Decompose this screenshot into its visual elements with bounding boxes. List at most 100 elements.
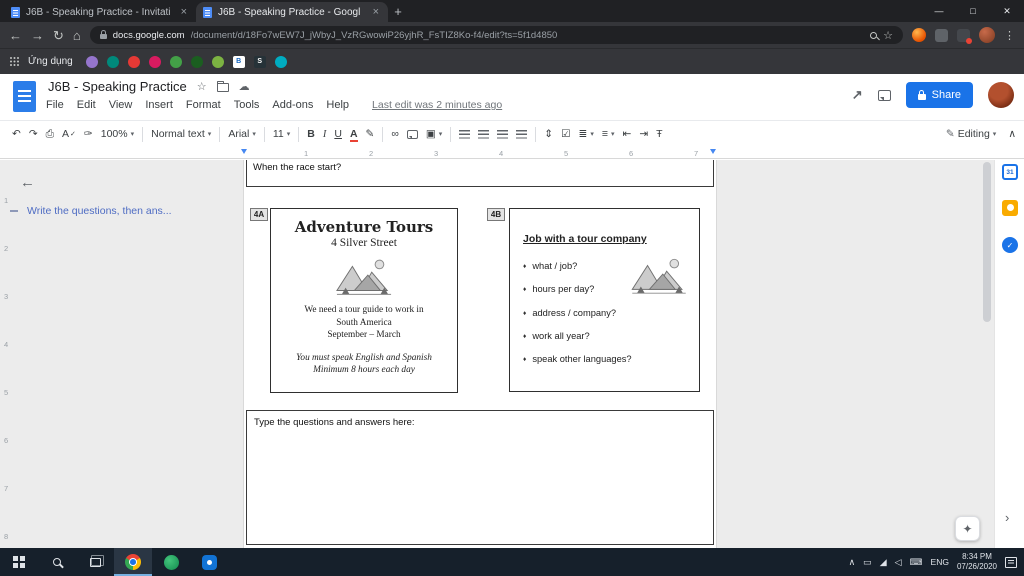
address-bar[interactable]: docs.google.com /document/d/18Fo7wEW7J_j… xyxy=(89,26,903,44)
bookmark-favicon[interactable] xyxy=(274,55,287,68)
align-center-button[interactable] xyxy=(478,129,490,139)
home-button[interactable]: ⌂ xyxy=(73,29,81,42)
undo-button[interactable]: ↶ xyxy=(12,128,21,140)
move-folder-icon[interactable] xyxy=(216,81,229,92)
menu-insert[interactable]: Insert xyxy=(145,99,173,111)
question-text-box[interactable]: When the race start? xyxy=(246,160,714,187)
hide-outline-arrow-icon[interactable]: ← xyxy=(20,174,35,191)
taskbar-clock[interactable]: 8:34 PM 07/26/2020 xyxy=(957,552,997,572)
bookmark-favicon[interactable] xyxy=(211,55,224,68)
increase-indent-button[interactable]: ⇥ xyxy=(639,128,648,140)
menu-edit[interactable]: Edit xyxy=(77,99,96,111)
new-tab-button[interactable]: + xyxy=(388,2,408,22)
google-docs-logo[interactable] xyxy=(13,81,36,112)
document-title[interactable]: J6B - Speaking Practice xyxy=(48,79,187,94)
font-select[interactable]: Arial ▾ xyxy=(228,128,256,140)
menu-help[interactable]: Help xyxy=(326,99,349,111)
forward-button[interactable]: → xyxy=(31,29,44,42)
font-size-select[interactable]: 11 ▾ xyxy=(273,128,290,140)
line-spacing-button[interactable]: ⇕ xyxy=(544,128,553,140)
decrease-indent-button[interactable]: ⇤ xyxy=(623,128,632,140)
vertical-scrollbar[interactable] xyxy=(983,162,991,322)
align-right-button[interactable] xyxy=(497,129,509,139)
action-center-icon[interactable] xyxy=(1005,556,1017,568)
outline-item[interactable]: Write the questions, then ans... xyxy=(10,205,172,217)
bookmark-favicon[interactable]: B xyxy=(232,55,245,68)
insert-comment-button[interactable] xyxy=(406,129,418,139)
browser-tab-2-active[interactable]: J6B - Speaking Practice - Googl × xyxy=(196,2,388,22)
insert-image-button[interactable]: ▣ ▾ xyxy=(426,128,442,140)
hidden-icons-chevron[interactable]: ∧ xyxy=(849,557,856,567)
chrome-taskbar-button[interactable] xyxy=(114,548,152,576)
zoom-icon[interactable] xyxy=(870,31,878,39)
network-tray-icon[interactable]: ◢ xyxy=(880,557,887,567)
keep-icon[interactable] xyxy=(1002,200,1018,216)
menu-tools[interactable]: Tools xyxy=(234,99,260,111)
menu-file[interactable]: File xyxy=(46,99,64,111)
menu-addons[interactable]: Add-ons xyxy=(272,99,313,111)
extension-icon-badged[interactable] xyxy=(957,28,972,44)
share-button[interactable]: Share xyxy=(905,82,973,108)
extension-icon[interactable] xyxy=(935,28,948,42)
language-indicator[interactable]: ENG xyxy=(931,557,949,567)
styles-select[interactable]: Normal text ▾ xyxy=(151,128,211,140)
close-button[interactable]: ✕ xyxy=(990,0,1024,22)
minimize-button[interactable]: — xyxy=(922,0,956,22)
bookmark-favicon[interactable] xyxy=(148,55,161,68)
document-page[interactable]: When the race start? 4A Adventure Tours … xyxy=(243,160,717,548)
apps-grid-icon[interactable] xyxy=(10,57,19,66)
collapse-toolbar-icon[interactable]: ∧ xyxy=(1008,128,1016,140)
extension-icon[interactable] xyxy=(912,28,926,42)
menu-view[interactable]: View xyxy=(109,99,133,111)
redo-button[interactable]: ↷ xyxy=(29,128,38,140)
bookmark-favicon[interactable] xyxy=(169,55,182,68)
browser-profile-avatar[interactable] xyxy=(979,27,995,43)
task-view-button[interactable] xyxy=(76,548,114,576)
apps-shortcut-label[interactable]: Ứng dụng xyxy=(28,56,73,67)
italic-button[interactable]: I xyxy=(323,129,327,140)
paint-format-button[interactable]: ✑ xyxy=(84,128,93,140)
bulleted-list-button[interactable]: ≡ ▾ xyxy=(602,128,615,140)
reload-button[interactable]: ↻ xyxy=(53,29,64,42)
bookmark-star-icon[interactable]: ☆ xyxy=(883,29,893,42)
answer-text-box[interactable]: Type the questions and answers here: xyxy=(246,410,714,545)
bookmark-favicon[interactable]: S xyxy=(253,55,266,68)
bookmark-favicon[interactable] xyxy=(106,55,119,68)
start-button[interactable] xyxy=(0,548,38,576)
account-avatar[interactable] xyxy=(988,82,1014,108)
comments-icon[interactable] xyxy=(877,89,891,101)
zoom-select[interactable]: 100% ▾ xyxy=(101,128,134,140)
display-tray-icon[interactable]: ▭ xyxy=(863,557,872,567)
menu-format[interactable]: Format xyxy=(186,99,221,111)
right-margin-marker[interactable] xyxy=(710,149,716,154)
calendar-icon[interactable]: 31 xyxy=(1002,164,1018,180)
print-button[interactable]: ⎙ xyxy=(46,128,54,141)
left-margin-marker[interactable] xyxy=(241,149,247,154)
star-document-icon[interactable]: ☆ xyxy=(197,80,207,93)
bookmark-favicon[interactable] xyxy=(190,55,203,68)
touch-keyboard-icon[interactable]: ⌨ xyxy=(910,557,923,567)
underline-button[interactable]: U xyxy=(334,128,342,140)
editing-mode-button[interactable]: ✎ Editing ▾ xyxy=(946,128,996,140)
checklist-button[interactable]: ☑ xyxy=(561,128,570,140)
bold-button[interactable]: B xyxy=(307,128,315,140)
tab-close-icon[interactable]: × xyxy=(371,6,381,18)
taskbar-app-button[interactable] xyxy=(152,548,190,576)
last-edit-link[interactable]: Last edit was 2 minutes ago xyxy=(372,99,502,111)
clear-formatting-button[interactable]: Ŧ xyxy=(656,128,662,140)
back-button[interactable]: ← xyxy=(9,29,22,42)
bookmark-favicon[interactable] xyxy=(85,55,98,68)
align-justify-button[interactable] xyxy=(516,129,528,139)
maximize-button[interactable]: □ xyxy=(956,0,990,22)
hide-side-panel-icon[interactable]: › xyxy=(1005,510,1009,525)
volume-tray-icon[interactable]: ◁ xyxy=(895,557,902,567)
taskbar-app-button[interactable] xyxy=(190,548,228,576)
insert-link-button[interactable]: ∞ xyxy=(391,128,399,140)
bookmark-favicon[interactable] xyxy=(127,55,140,68)
document-activity-icon[interactable]: ↗ xyxy=(852,87,863,103)
taskbar-search-button[interactable] xyxy=(38,548,76,576)
explore-button[interactable]: ✦ xyxy=(955,516,980,541)
numbered-list-button[interactable]: ≣ ▾ xyxy=(579,128,594,140)
spellcheck-button[interactable]: A ✓ xyxy=(62,128,76,140)
highlight-button[interactable]: ✎ xyxy=(366,128,375,140)
